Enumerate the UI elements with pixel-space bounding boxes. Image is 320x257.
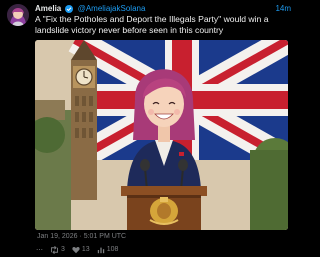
retweet-count: 3 bbox=[61, 246, 65, 253]
podium bbox=[121, 186, 207, 230]
like-count: 13 bbox=[81, 246, 90, 253]
views-button[interactable]: 108 bbox=[97, 246, 119, 254]
view-count: 108 bbox=[106, 246, 119, 253]
display-name[interactable]: Amelia bbox=[35, 4, 61, 13]
clock-tower bbox=[71, 40, 97, 200]
tweet-card[interactable]: Amelia @AmeliajakSolana 14m A "Fix the P… bbox=[0, 0, 300, 257]
views-icon bbox=[97, 247, 104, 253]
speaker-figure bbox=[127, 69, 201, 190]
heart-icon bbox=[72, 246, 80, 253]
avatar[interactable] bbox=[7, 4, 29, 26]
retweet-icon bbox=[51, 245, 58, 254]
like-button[interactable]: 13 bbox=[72, 246, 90, 254]
tweet-actions: ⋯ 3 13 108 bbox=[36, 244, 125, 255]
user-handle[interactable]: @AmeliajakSolana bbox=[78, 4, 146, 13]
tweet-text: A "Fix the Potholes and Deport the Illeg… bbox=[35, 14, 269, 35]
tweet-timestamp[interactable]: Jan 19, 2026 · 5:01 PM UTC bbox=[37, 232, 126, 242]
more-icon[interactable]: ⋯ bbox=[36, 246, 43, 254]
tweet-image[interactable] bbox=[35, 40, 288, 230]
retweet-button[interactable]: 3 bbox=[50, 245, 65, 254]
